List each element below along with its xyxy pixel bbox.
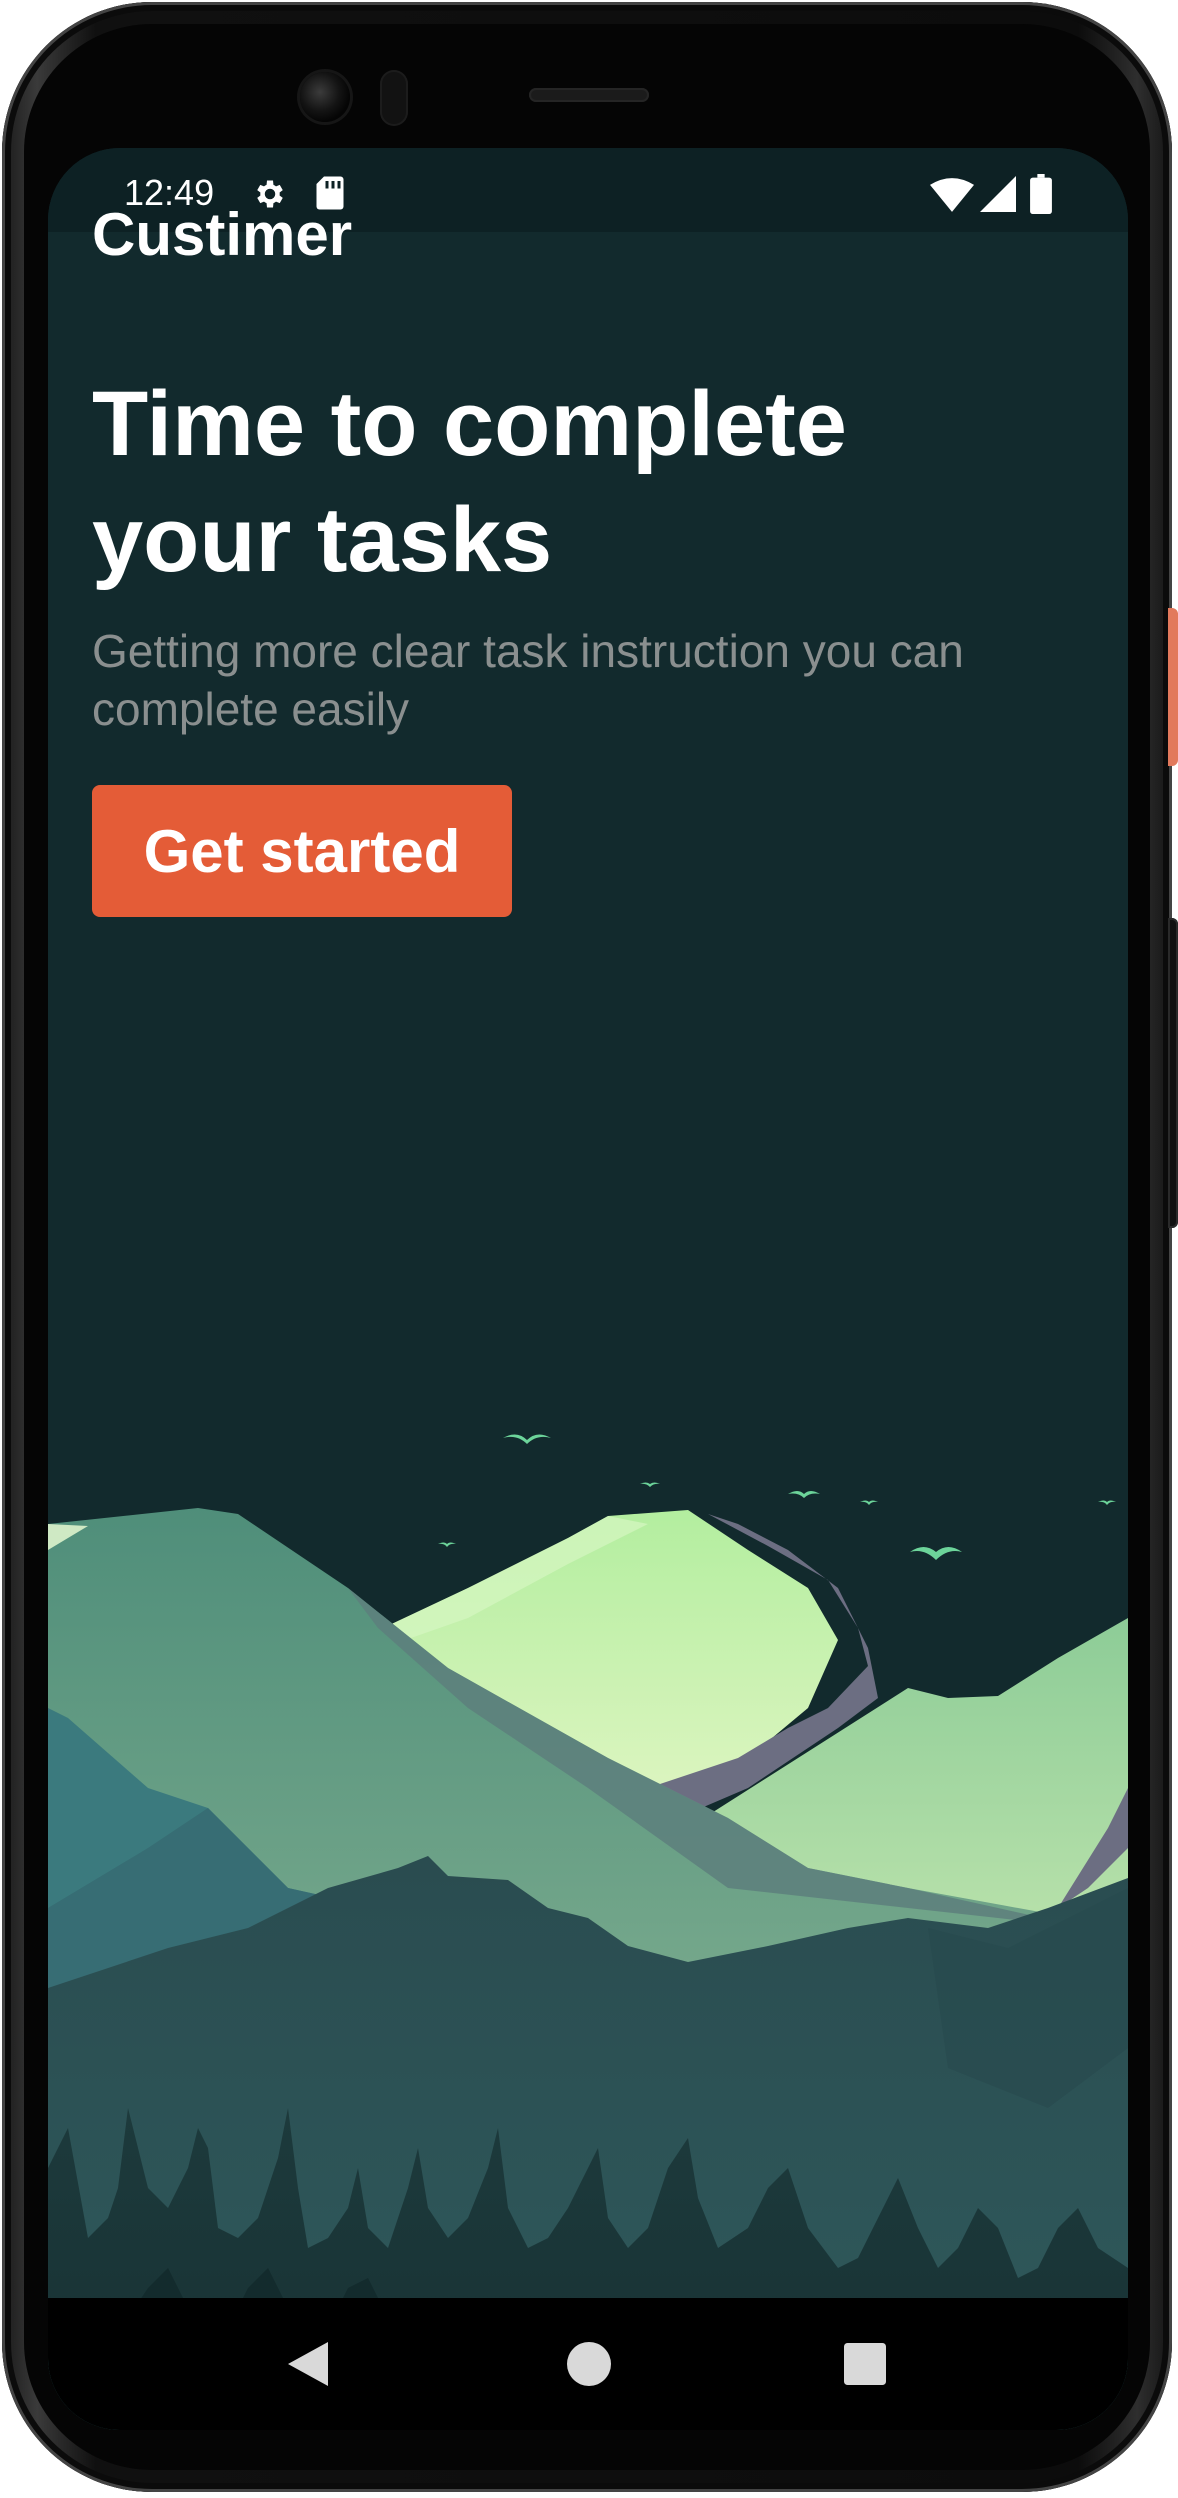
birds: [438, 1434, 1116, 1560]
home-icon[interactable]: [567, 2342, 611, 2386]
subtitle: Getting more clear task instruction you …: [92, 625, 964, 735]
app-name: Custimer: [92, 201, 353, 268]
earpiece-speaker: [529, 88, 649, 102]
wifi-icon: [930, 178, 974, 212]
phone-frame: 12:49 Custimer Time to complete your tas…: [2, 2, 1172, 2492]
battery-icon: [1030, 174, 1052, 214]
signal-icon: [980, 176, 1016, 212]
screen: 12:49 Custimer Time to complete your tas…: [48, 148, 1128, 2430]
get-started-button[interactable]: Get started: [92, 785, 512, 917]
back-icon[interactable]: [284, 2340, 332, 2388]
recents-icon[interactable]: [844, 2343, 886, 2385]
headline: Time to complete your tasks: [92, 373, 847, 591]
front-camera: [300, 72, 350, 122]
power-button: [1168, 608, 1178, 766]
system-navigation-bar: [48, 2298, 1128, 2430]
mountain-landscape-illustration: [48, 1434, 1128, 2430]
volume-rocker: [1168, 918, 1178, 1228]
proximity-sensor: [380, 70, 408, 126]
